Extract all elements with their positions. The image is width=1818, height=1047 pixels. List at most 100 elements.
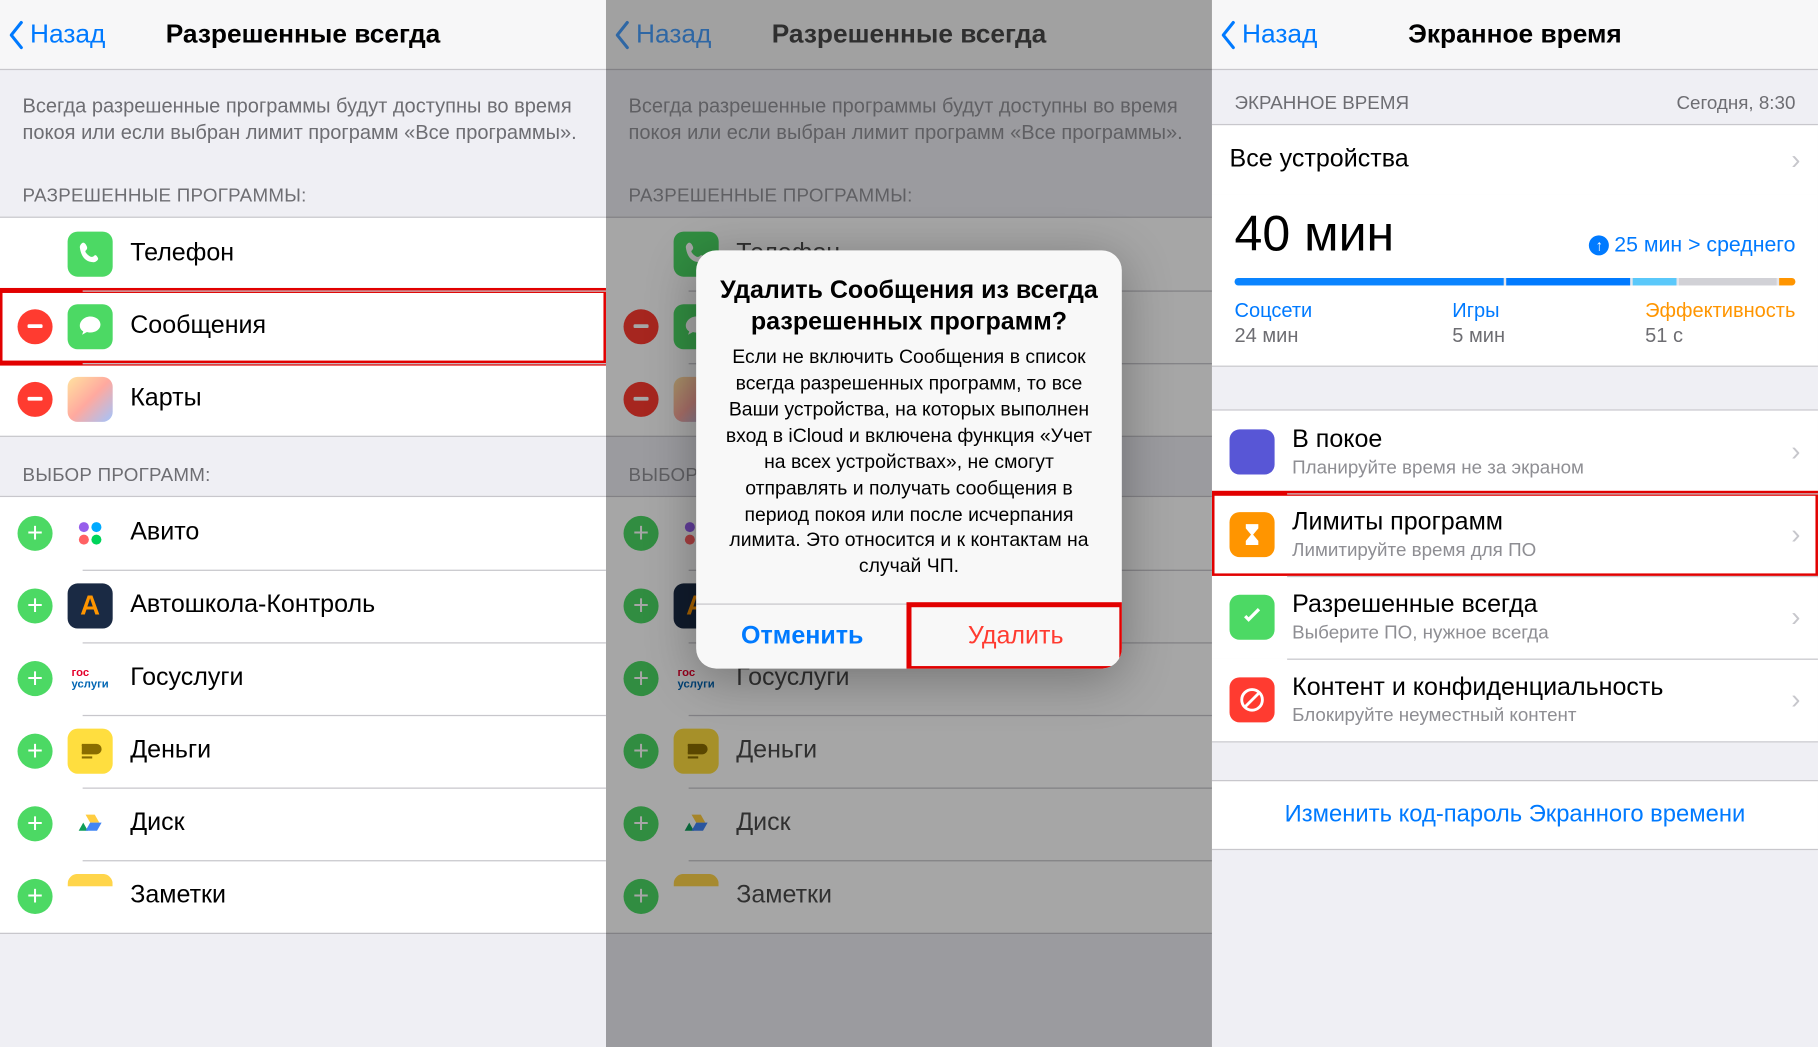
choose-apps-list: Авито A Автошкола-Контроль госуслугиГосуслу…	[0, 495, 606, 933]
chevron-right-icon: ›	[1791, 143, 1800, 176]
app-row[interactable]: Деньги	[0, 714, 606, 787]
drive-icon	[68, 801, 113, 846]
pane-screen-time: Назад Экранное время ЭКРАННОЕ ВРЕМЯ Сего…	[1212, 0, 1818, 1047]
check-icon	[1230, 595, 1275, 640]
remove-button[interactable]	[18, 381, 53, 416]
app-label: Карты	[130, 384, 201, 413]
remove-button[interactable]	[624, 309, 659, 344]
remove-button[interactable]	[18, 309, 53, 344]
category-value: 51 с	[1645, 326, 1795, 349]
add-button[interactable]	[18, 588, 53, 623]
app-label: Госуслуги	[130, 664, 243, 693]
money-icon	[674, 728, 719, 773]
back-button[interactable]: Назад	[0, 19, 105, 49]
description-text: Всегда разрешенные программы будут досту…	[0, 70, 606, 157]
add-button[interactable]	[624, 733, 659, 768]
usage-category: Игры 5 мин	[1452, 300, 1505, 348]
setting-row[interactable]: Контент и конфиденциальностьБлокируйте н…	[1212, 659, 1818, 742]
usage-category: Эффективность 51 с	[1645, 300, 1795, 348]
notes-icon	[674, 873, 719, 918]
chevron-right-icon: ›	[1791, 684, 1800, 717]
app-row[interactable]: Сообщения	[0, 290, 606, 363]
app-row[interactable]: Диск	[0, 787, 606, 860]
timestamp: Сегодня, 8:30	[1676, 93, 1795, 114]
app-row[interactable]: Деньги	[606, 714, 1212, 787]
A-icon: A	[68, 583, 113, 628]
app-label: Сообщения	[130, 312, 266, 341]
add-button[interactable]	[18, 806, 53, 841]
setting-subtitle: Выберите ПО, нужное всегда	[1292, 622, 1791, 643]
app-row[interactable]: Телефон	[0, 217, 606, 290]
chevron-right-icon: ›	[1791, 518, 1800, 551]
app-label: Телефон	[130, 239, 234, 268]
navbar: Назад Разрешенные всегда	[0, 0, 606, 70]
money-icon	[68, 728, 113, 773]
app-row[interactable]: A Автошкола-Контроль	[0, 569, 606, 642]
category-name: Эффективность	[1645, 300, 1795, 323]
drive-icon	[674, 801, 719, 846]
back-label: Назад	[30, 19, 105, 49]
app-row[interactable]: Заметки	[606, 860, 1212, 933]
category-value: 24 мин	[1235, 326, 1313, 349]
block-icon	[1230, 677, 1275, 722]
setting-title: В покое	[1292, 426, 1791, 455]
add-button[interactable]	[18, 733, 53, 768]
chevron-right-icon: ›	[1791, 601, 1800, 634]
pane-allowed-always-dimmed: Назад Разрешенные всегда Всегда разрешен…	[606, 0, 1212, 1047]
setting-title: Контент и конфиденциальность	[1292, 674, 1791, 703]
description-text: Всегда разрешенные программы будут досту…	[606, 70, 1212, 157]
allowed-apps-list: Телефон Сообщения Карты	[0, 216, 606, 436]
usage-block[interactable]: 40 мин ↑ 25 мин > среднего Соцсети24 мин…	[1212, 194, 1818, 367]
chevron-left-icon	[1220, 19, 1238, 49]
app-label: Деньги	[736, 736, 817, 765]
app-label: Деньги	[130, 736, 211, 765]
app-row[interactable]: Заметки	[0, 860, 606, 933]
navbar: Назад Разрешенные всегда	[606, 0, 1212, 70]
delete-button[interactable]: Удалить	[908, 605, 1121, 669]
setting-subtitle: Планируйте время не за экраном	[1292, 457, 1791, 478]
cancel-button[interactable]: Отменить	[696, 605, 908, 669]
category-name: Игры	[1452, 300, 1505, 323]
avito-icon	[68, 510, 113, 555]
section-header-choose: ВЫБОР ПРОГРАММ:	[0, 436, 606, 495]
back-label: Назад	[1242, 19, 1317, 49]
hourglass-icon	[1230, 512, 1275, 557]
phone-icon	[68, 231, 113, 276]
devices-row[interactable]: Все устройства ›	[1212, 124, 1818, 194]
setting-row[interactable]: Разрешенные всегдаВыберите ПО, нужное вс…	[1212, 576, 1818, 659]
add-button[interactable]	[624, 661, 659, 696]
app-row[interactable]: Авито	[0, 497, 606, 570]
total-time: 40 мин	[1235, 207, 1395, 263]
usage-category: Соцсети24 мин	[1235, 300, 1313, 348]
section-header-allowed: РАЗРЕШЕННЫЕ ПРОГРАММЫ:	[606, 157, 1212, 216]
app-label: Автошкола-Контроль	[130, 591, 375, 620]
up-arrow-icon: ↑	[1589, 235, 1609, 255]
back-button[interactable]: Назад	[1212, 19, 1317, 49]
add-button[interactable]	[624, 588, 659, 623]
confirm-dialog: Удалить Сообщения из всегда разрешенных …	[696, 250, 1122, 669]
add-button[interactable]	[18, 661, 53, 696]
navbar: Назад Экранное время	[1212, 0, 1818, 70]
section-header-allowed: РАЗРЕШЕННЫЕ ПРОГРАММЫ:	[0, 157, 606, 216]
setting-row[interactable]: В покоеПланируйте время не за экраном›	[1212, 411, 1818, 494]
add-button[interactable]	[18, 878, 53, 913]
app-label: Заметки	[130, 882, 226, 911]
category-value: 5 мин	[1452, 326, 1505, 349]
setting-title: Разрешенные всегда	[1292, 591, 1791, 620]
change-passcode-link[interactable]: Изменить код-пароль Экранного времени	[1212, 780, 1818, 850]
add-button[interactable]	[624, 515, 659, 550]
app-row[interactable]: госуслугиГосуслуги	[0, 642, 606, 715]
notes-icon	[68, 873, 113, 918]
maps-icon	[68, 376, 113, 421]
app-row[interactable]: Диск	[606, 787, 1212, 860]
add-button[interactable]	[624, 878, 659, 913]
app-label: Диск	[130, 809, 184, 838]
app-row[interactable]: Карты	[0, 363, 606, 436]
app-label: Диск	[736, 809, 790, 838]
app-label: Заметки	[736, 882, 832, 911]
add-button[interactable]	[18, 515, 53, 550]
setting-row[interactable]: Лимиты программЛимитируйте время для ПО›	[1212, 493, 1818, 576]
add-button[interactable]	[624, 806, 659, 841]
msg-icon	[68, 304, 113, 349]
remove-button[interactable]	[624, 381, 659, 416]
